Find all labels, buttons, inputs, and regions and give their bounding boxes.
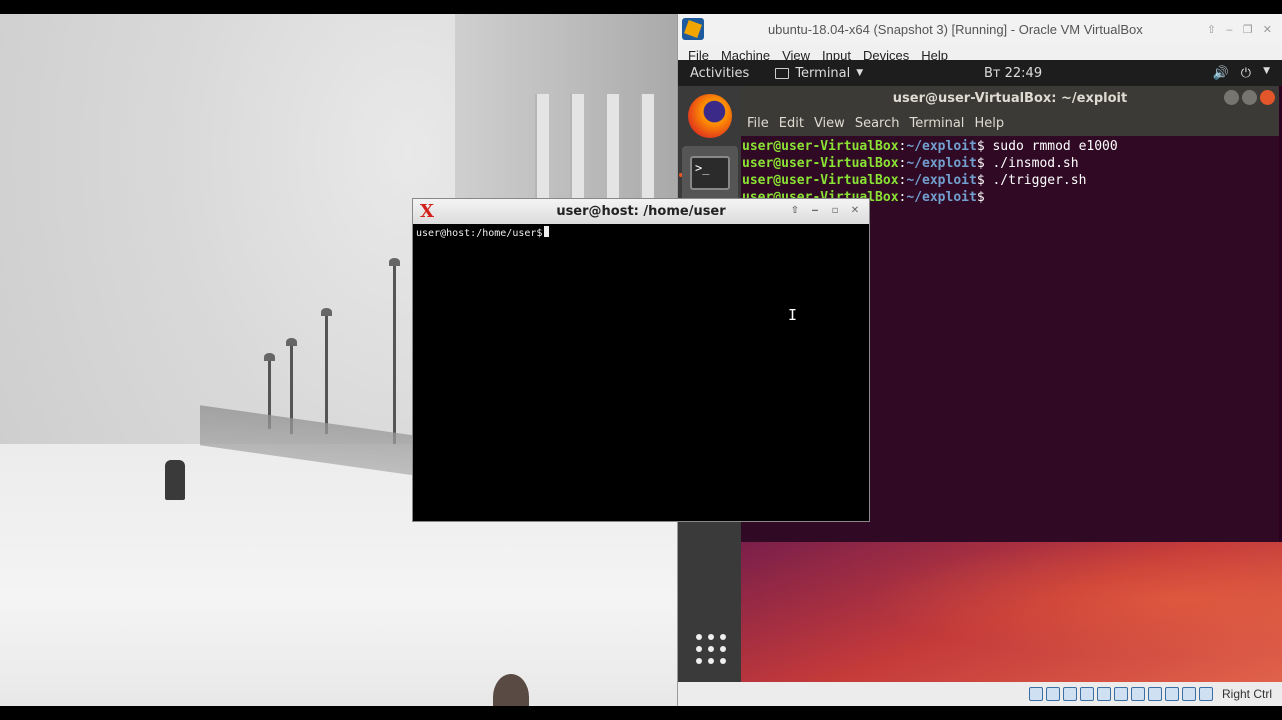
terminal-line: user@user-VirtualBox:~/exploit$ ./insmod…	[742, 156, 1079, 171]
guest-terminal-menubar: File Edit View Search Terminal Help	[741, 110, 1279, 136]
host-terminal-output[interactable]: user@host:/home/user$	[413, 224, 869, 522]
virtualbox-titlebar[interactable]: ubuntu-18.04-x64 (Snapshot 3) [Running] …	[678, 14, 1282, 44]
virtualbox-window-controls: ⇧ ‒ ❐ ✕	[1207, 23, 1272, 36]
wallpaper-lamp	[321, 308, 332, 434]
video-capture-icon[interactable]	[1147, 687, 1162, 701]
host-terminal-controls: ⇧ ‒ ▫ ✕	[787, 204, 863, 218]
text-cursor	[544, 226, 550, 237]
host-key-label: Right Ctrl	[1221, 687, 1272, 701]
clock[interactable]: Вт 22:49	[984, 66, 1042, 81]
minimize-icon[interactable]: ‒	[1226, 23, 1233, 36]
guest-terminal-controls	[1224, 90, 1275, 105]
audio-icon[interactable]	[1062, 687, 1077, 701]
host-terminal-prompt: user@host:/home/user$	[416, 228, 543, 239]
mouse-ibeam-cursor-icon: I	[788, 306, 798, 324]
close-icon[interactable]: ✕	[1263, 23, 1272, 36]
terminal-icon: >_	[690, 156, 730, 190]
menu-terminal[interactable]: Terminal	[909, 116, 970, 131]
hard-disk-icon[interactable]	[1028, 687, 1043, 701]
maximize-icon[interactable]	[1242, 90, 1257, 105]
menu-search[interactable]: Search	[855, 116, 906, 131]
ubuntu-wallpaper	[741, 542, 1282, 682]
menu-view[interactable]: View	[814, 116, 851, 131]
firefox-icon[interactable]	[688, 94, 732, 138]
chevron-down-icon: ▼	[1263, 65, 1270, 76]
close-icon[interactable]	[1260, 90, 1275, 105]
network-icon[interactable]	[1079, 687, 1094, 701]
optical-drive-icon[interactable]	[1045, 687, 1060, 701]
shade-icon[interactable]: ⇧	[1207, 23, 1216, 36]
volume-icon: 🔊	[1212, 65, 1229, 81]
app-menu-label: Terminal	[795, 65, 851, 81]
activities-button[interactable]: Activities	[690, 66, 749, 81]
menu-help[interactable]: Help	[974, 116, 1010, 131]
display-icon[interactable]	[1130, 687, 1145, 701]
minimize-icon[interactable]	[1224, 90, 1239, 105]
shared-folders-icon[interactable]	[1113, 687, 1128, 701]
mouse-integration-icon[interactable]	[1181, 687, 1196, 701]
host-terminal-window[interactable]: X user@host: /home/user ⇧ ‒ ▫ ✕ user@hos…	[412, 198, 870, 522]
virtualbox-logo-icon	[682, 18, 704, 40]
menu-file[interactable]: File	[747, 116, 775, 131]
system-tray[interactable]: 🔊 ⏻ ▼	[1213, 66, 1270, 81]
minimize-icon[interactable]: ‒	[807, 204, 823, 218]
app-menu[interactable]: Terminal ▼	[775, 66, 863, 81]
dock-terminal-item[interactable]: >_	[682, 146, 738, 202]
guest-terminal-titlebar[interactable]: user@user-VirtualBox: ~/exploit	[741, 86, 1279, 110]
host-terminal-titlebar[interactable]: X user@host: /home/user ⇧ ‒ ▫ ✕	[413, 199, 869, 224]
guest-terminal-title: user@user-VirtualBox: ~/exploit	[892, 90, 1128, 106]
shade-icon[interactable]: ⇧	[787, 204, 803, 218]
keyboard-icon[interactable]	[1198, 687, 1213, 701]
power-icon: ⏻	[1240, 65, 1252, 81]
virtualization-icon[interactable]	[1164, 687, 1179, 701]
gnome-top-bar: Activities Terminal ▼ Вт 22:49 🔊 ⏻ ▼	[678, 60, 1282, 86]
wallpaper-person	[165, 460, 185, 500]
show-applications-icon[interactable]	[696, 634, 726, 664]
wallpaper-lamp	[389, 258, 400, 444]
maximize-icon[interactable]: ▫	[827, 204, 843, 218]
maximize-icon[interactable]: ❐	[1243, 23, 1253, 36]
virtualbox-statusbar: Right Ctrl	[678, 682, 1282, 706]
chevron-down-icon: ▼	[856, 68, 864, 78]
terminal-line: user@user-VirtualBox:~/exploit$ sudo rmm…	[742, 139, 1118, 154]
menu-edit[interactable]: Edit	[779, 116, 810, 131]
terminal-icon	[775, 67, 790, 79]
xterm-icon: X	[420, 200, 434, 222]
virtualbox-title: ubuntu-18.04-x64 (Snapshot 3) [Running] …	[767, 21, 1143, 37]
usb-icon[interactable]	[1096, 687, 1111, 701]
close-icon[interactable]: ✕	[847, 204, 863, 218]
terminal-line: user@user-VirtualBox:~/exploit$ ./trigge…	[742, 173, 1087, 188]
